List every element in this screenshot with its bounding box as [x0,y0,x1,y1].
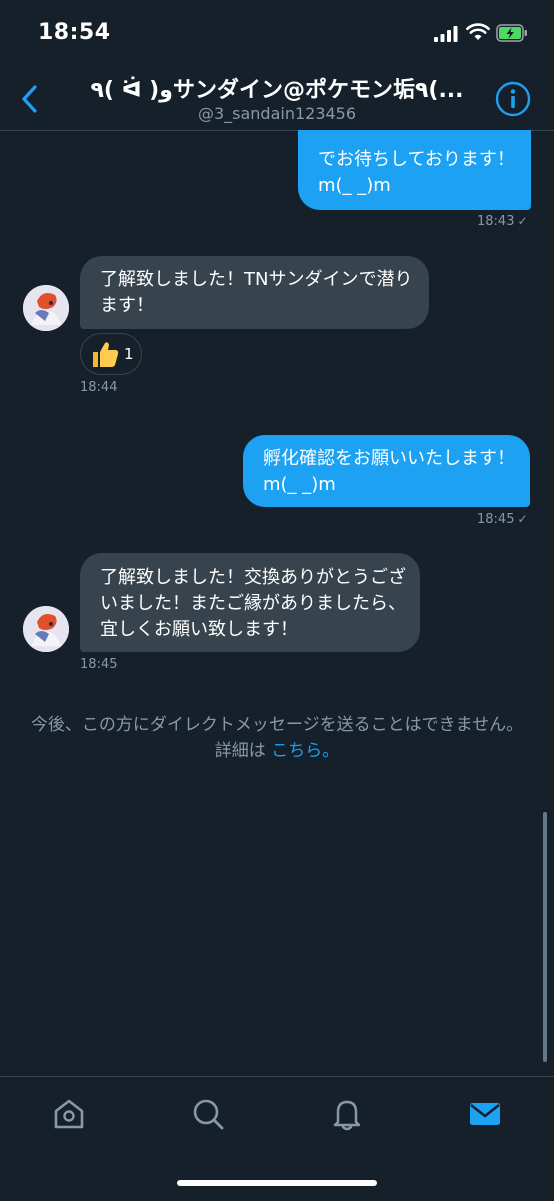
message-text: m(_ _)m [318,175,391,196]
message-bubble-received[interactable]: 了解致しました！TNサンダインで潜り ます！ [80,256,429,329]
battery-charging-icon [496,24,527,42]
message-text: いました！またご縁がありましたら、 [100,593,406,614]
message-text: 了解致しました！交換ありがとうござ [100,567,406,588]
reaction-count: 1 [124,345,134,363]
thumbs-up-icon [89,339,121,373]
message-text: 宜しくお願い致します！ [100,619,298,640]
status-time: 18:54 [38,20,111,45]
status-bar: 18:54 [0,0,554,68]
message-timestamp: 18:44 [80,380,117,395]
notice-text: 今後、この方にダイレクトメッセージを送ることはできません。 [30,715,524,735]
conversation-header: ٩( ᐛ )وサンダイン@ポケモン垢٩(... @3_sandain123456 [0,68,554,131]
signal-icon [434,26,458,42]
reaction-badge[interactable]: 1 [80,333,142,375]
conversation-title: ٩( ᐛ )وサンダイン@ポケモン垢٩(... [90,78,464,103]
timestamp-text: 18:44 [80,380,118,395]
notice-details-label: 詳細は [214,741,266,761]
user-handle: @3_sandain123456 [197,104,357,123]
message-bubble-sent[interactable]: 孵化確認をお願いいたします！ m(_ _)m [243,435,530,507]
message-timestamp: 18:45 ✓ [477,512,528,527]
read-check-icon: ✓ [517,214,528,228]
message-text: ます！ [100,295,154,316]
message-bubble-received[interactable]: 了解致しました！交換ありがとうござ いました！またご縁がありましたら、 宜しくお… [80,553,420,652]
read-check-icon: ✓ [517,512,528,526]
avatar-image [23,285,69,331]
home-icon[interactable] [52,1097,86,1131]
home-indicator[interactable] [177,1180,377,1186]
wifi-icon [466,23,490,40]
timestamp-text: 18:45 [477,512,515,527]
avatar-image [23,606,69,652]
back-arrow-icon[interactable] [16,82,46,116]
scrollbar[interactable] [543,812,547,1062]
avatar[interactable] [23,606,69,652]
bell-icon[interactable] [330,1097,364,1131]
message-text: 孵化確認をお願いいたします！ [263,448,515,469]
notice-details-link[interactable]: こちら。 [271,741,339,761]
dm-disabled-notice: 今後、この方にダイレクトメッセージを送ることはできません。 詳細は こちら。 [0,712,554,764]
message-text: でお待ちしております！ [318,149,515,170]
avatar[interactable] [23,285,69,331]
info-icon[interactable] [494,80,532,118]
search-icon[interactable] [191,1097,225,1131]
message-timestamp: 18:43 ✓ [477,214,528,229]
message-timestamp: 18:45 [80,657,117,672]
message-text: 了解致しました！TNサンダインで潜り [100,269,413,290]
timestamp-text: 18:43 [477,214,515,229]
message-text: m(_ _)m [263,474,336,495]
timestamp-text: 18:45 [80,657,118,672]
mail-icon[interactable] [468,1097,502,1131]
message-bubble-sent[interactable]: でお待ちしております！ m(_ _)m [298,130,531,210]
